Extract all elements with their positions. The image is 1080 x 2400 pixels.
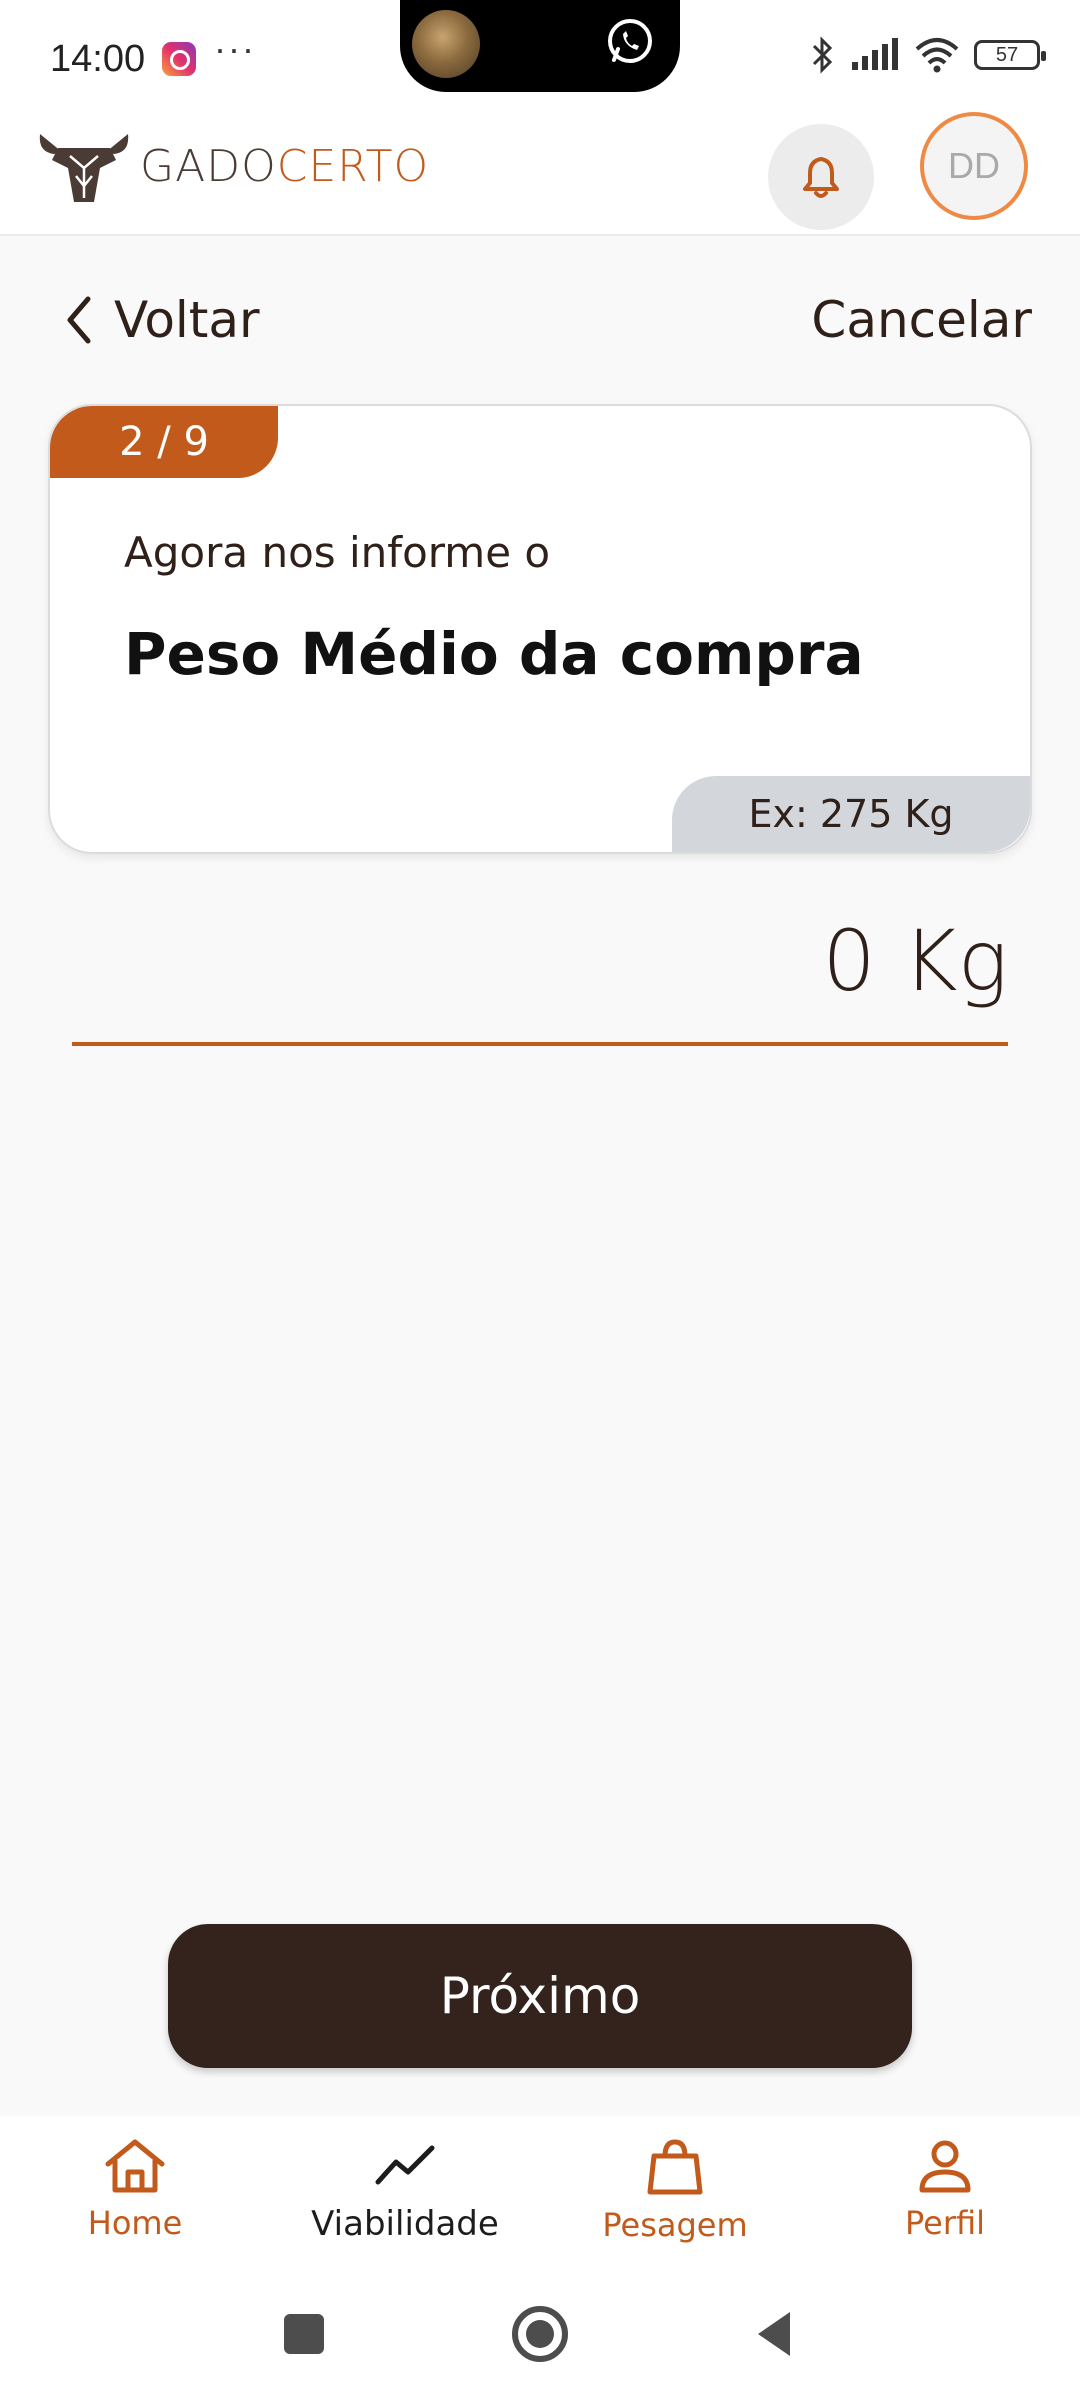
example-hint: Ex: 275 Kg	[672, 776, 1030, 852]
nav-label-pesagem: Pesagem	[602, 2206, 748, 2244]
bell-icon	[803, 157, 839, 198]
home-icon	[105, 2139, 165, 2193]
back-button[interactable]: Voltar	[64, 288, 260, 352]
recent-apps-button[interactable]	[284, 2314, 324, 2354]
wifi-icon	[915, 38, 959, 73]
app-screen: 14:00 ··· 57 GADOCERTO DD Voltar Cancela…	[0, 0, 1080, 2400]
question-title: Peso Médio da compra	[124, 620, 864, 688]
instagram-icon	[162, 42, 196, 76]
weight-input[interactable]: 0 Kg	[72, 900, 1008, 1046]
nav-item-home[interactable]: Home	[0, 2116, 270, 2276]
cancel-button[interactable]: Cancelar	[811, 288, 1032, 352]
signal-icon	[852, 38, 898, 70]
chevron-left-icon	[67, 296, 91, 344]
brand-name-gado: GADO	[140, 140, 277, 192]
person-icon	[919, 2140, 971, 2193]
profile-avatar-button[interactable]: DD	[920, 112, 1028, 220]
weight-value: 0 Kg	[822, 912, 1008, 1010]
battery-icon: 57	[974, 40, 1046, 70]
bottom-navigation: Home Viabilidade Pesagem Perfil	[0, 2116, 1080, 2276]
bag-icon	[647, 2139, 703, 2195]
home-system-button[interactable]	[512, 2306, 568, 2362]
trend-icon	[375, 2145, 435, 2185]
back-label: Voltar	[114, 291, 260, 349]
system-navigation-bar	[0, 2276, 1080, 2400]
brand-name-certo: CERTO	[276, 140, 430, 192]
bull-logo-icon	[39, 134, 129, 202]
nav-label-perfil: Perfil	[904, 2204, 986, 2242]
status-icons: 57	[810, 36, 1046, 74]
nav-item-perfil[interactable]: Perfil	[810, 2116, 1080, 2276]
question-prompt: Agora nos informe o	[124, 528, 551, 577]
nav-item-viabilidade[interactable]: Viabilidade	[270, 2116, 540, 2276]
step-badge: 2 / 9	[50, 406, 278, 478]
app-header: GADOCERTO	[0, 112, 1080, 236]
nav-label-home: Home	[87, 2204, 183, 2242]
brand-name: GADOCERTO	[140, 141, 429, 192]
camera-notch	[400, 0, 680, 92]
notifications-button[interactable]	[768, 124, 874, 230]
back-system-button[interactable]	[754, 2310, 794, 2358]
bluetooth-icon	[812, 36, 833, 74]
notification-avatar	[412, 10, 480, 78]
status-bar: 14:00 ··· 57	[0, 0, 1080, 112]
next-button[interactable]: Próximo	[168, 1924, 912, 2068]
question-card: 2 / 9 Agora nos informe o Peso Médio da …	[48, 404, 1032, 854]
nav-label-viabilidade: Viabilidade	[311, 2204, 499, 2244]
status-overflow-dots: ···	[214, 28, 256, 69]
brand-logo: GADOCERTO	[36, 124, 429, 208]
nav-item-pesagem[interactable]: Pesagem	[540, 2116, 810, 2276]
status-time: 14:00	[50, 38, 146, 80]
whatsapp-icon	[608, 19, 652, 63]
